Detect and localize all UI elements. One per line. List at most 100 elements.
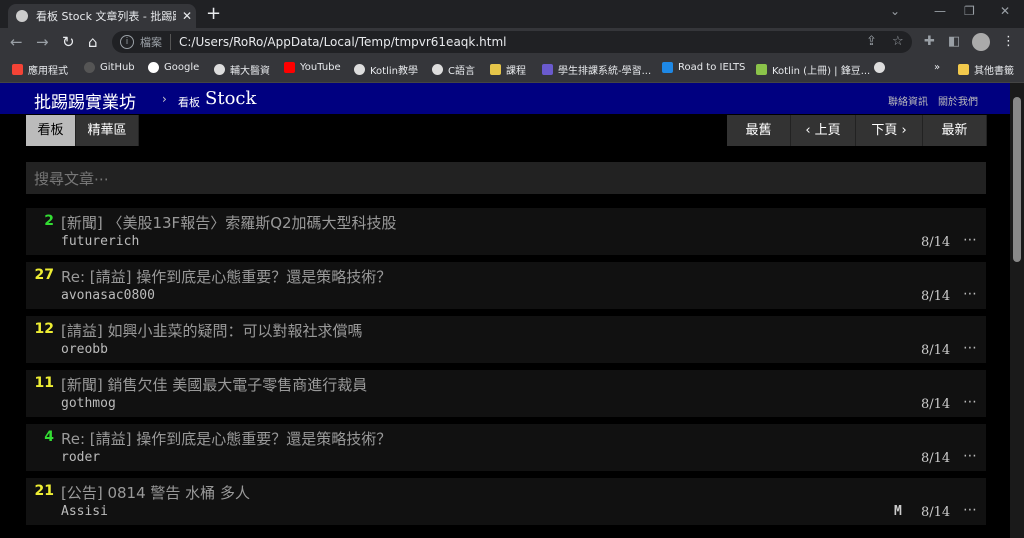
push-count: 11 bbox=[34, 375, 54, 391]
back-icon[interactable]: ← bbox=[10, 33, 23, 51]
post-author: oreobb bbox=[61, 342, 108, 357]
menu-kebab-icon[interactable]: ⋮ bbox=[1002, 34, 1015, 49]
youtube-icon bbox=[284, 62, 295, 73]
tab-digest[interactable]: 精華區 bbox=[76, 115, 139, 146]
browser-tab-bar: 看板 Stock 文章列表 - 批踢踢實業坊 ✕ + ⌄ — ❐ ✕ bbox=[0, 0, 1024, 28]
new-tab-icon[interactable]: + bbox=[206, 4, 221, 24]
page-content: 批踢踢實業坊 › 看板 Stock 聯絡資訊 關於我們 看板 精華區 最舊 ‹ … bbox=[0, 83, 1010, 538]
course-icon bbox=[490, 64, 501, 75]
globe-icon bbox=[874, 62, 885, 73]
bookmark-fju[interactable]: 輔大醫資 bbox=[214, 62, 270, 77]
scrollbar-thumb[interactable] bbox=[1013, 97, 1021, 262]
bookmark-c[interactable]: C語言 bbox=[432, 62, 475, 77]
post-date: 8/14 bbox=[921, 289, 951, 304]
share-icon[interactable]: ⇪ bbox=[866, 34, 877, 49]
side-panel-icon[interactable]: ◧ bbox=[948, 34, 960, 49]
push-count: 12 bbox=[34, 321, 54, 337]
browser-tab[interactable]: 看板 Stock 文章列表 - 批踢踢實業坊 ✕ bbox=[8, 4, 196, 28]
post-title-link[interactable]: [公告] 0814 警告 水桶 多人 bbox=[61, 482, 250, 503]
more-options-icon[interactable]: ⋯ bbox=[963, 286, 977, 302]
search-box bbox=[26, 162, 986, 196]
bookmark-kotlin-book[interactable]: Kotlin (上冊) | 鋒豆... bbox=[756, 62, 870, 77]
page-favicon-icon bbox=[16, 10, 28, 22]
extensions-icon[interactable]: ✚ bbox=[924, 34, 935, 49]
contact-link[interactable]: 聯絡資訊 bbox=[888, 93, 928, 108]
other-bookmarks[interactable]: 其他書籤 bbox=[958, 62, 1014, 77]
bookmark-github[interactable]: GitHub bbox=[84, 62, 135, 73]
search-input[interactable] bbox=[26, 162, 976, 196]
post-row[interactable]: 4 Re: [請益] 操作到底是心態重要？還是策略技術？ roder 8/14 ⋯ bbox=[26, 424, 986, 471]
post-title-link[interactable]: [新聞] 〈美股13F報告〉索羅斯Q2加碼大型科技股 bbox=[61, 212, 397, 233]
maximize-icon[interactable]: ❐ bbox=[964, 4, 975, 18]
tab-search-icon[interactable]: ⌄ bbox=[890, 4, 900, 18]
post-author: Assisi bbox=[61, 504, 108, 519]
ielts-icon bbox=[662, 62, 673, 73]
site-header: 批踢踢實業坊 › 看板 Stock 聯絡資訊 關於我們 bbox=[0, 83, 1010, 114]
tab-title: 看板 Stock 文章列表 - 批踢踢實業坊 bbox=[36, 10, 176, 23]
bookmark-google[interactable]: Google bbox=[148, 62, 199, 73]
schedule-icon bbox=[542, 64, 553, 75]
address-bar[interactable]: i 檔案 C:/Users/RoRo/AppData/Local/Temp/tm… bbox=[112, 31, 912, 53]
site-brand-link[interactable]: 批踢踢實業坊 bbox=[34, 88, 136, 113]
page-scrollbar[interactable] bbox=[1010, 83, 1024, 538]
bookmark-apps[interactable]: 應用程式 bbox=[12, 62, 68, 77]
post-title-link[interactable]: [請益] 如興小韭菜的疑問：可以對報社求償嗎 bbox=[61, 320, 362, 341]
forward-icon[interactable]: → bbox=[36, 33, 49, 51]
bookmark-globe[interactable] bbox=[874, 62, 890, 73]
more-options-icon[interactable]: ⋯ bbox=[963, 232, 977, 248]
next-page-button[interactable]: 下頁 › bbox=[856, 115, 923, 146]
bookmark-youtube[interactable]: YouTube bbox=[284, 62, 341, 73]
post-author: gothmog bbox=[61, 396, 116, 411]
bookmark-star-icon[interactable]: ☆ bbox=[892, 34, 904, 49]
post-title-link[interactable]: Re: [請益] 操作到底是心態重要？還是策略技術？ bbox=[61, 266, 391, 287]
post-title-link[interactable]: Re: [請益] 操作到底是心態重要？還是策略技術？ bbox=[61, 428, 391, 449]
minimize-icon[interactable]: — bbox=[934, 4, 946, 18]
apps-grid-icon bbox=[12, 64, 23, 75]
site-info-icon[interactable]: i bbox=[120, 35, 134, 49]
fju-icon bbox=[214, 64, 225, 75]
url-text[interactable]: C:/Users/RoRo/AppData/Local/Temp/tmpvr61… bbox=[179, 35, 507, 49]
oldest-button[interactable]: 最舊 bbox=[727, 115, 791, 146]
bookmark-schedule[interactable]: 學生排課系統-學習... bbox=[542, 62, 651, 77]
bookmarks-bar: 應用程式 GitHub Google 輔大醫資 YouTube Kotlin教學… bbox=[0, 56, 1024, 83]
profile-avatar[interactable] bbox=[972, 33, 990, 51]
breadcrumb-separator: › bbox=[162, 92, 167, 106]
google-icon bbox=[148, 62, 159, 73]
tab-close-icon[interactable]: ✕ bbox=[182, 9, 192, 23]
prev-page-button[interactable]: ‹ 上頁 bbox=[791, 115, 856, 146]
post-date: 8/14 bbox=[921, 505, 951, 520]
post-author: avonasac0800 bbox=[61, 288, 155, 303]
globe-icon bbox=[354, 64, 365, 75]
post-date: 8/14 bbox=[921, 451, 951, 466]
folder-icon bbox=[958, 64, 969, 75]
post-date: 8/14 bbox=[921, 397, 951, 412]
post-mark: M bbox=[894, 504, 902, 519]
more-options-icon[interactable]: ⋯ bbox=[963, 394, 977, 410]
more-options-icon[interactable]: ⋯ bbox=[963, 502, 977, 518]
post-title-link[interactable]: [新聞] 銷售欠佳 美國最大電子零售商進行裁員 bbox=[61, 374, 367, 395]
more-options-icon[interactable]: ⋯ bbox=[963, 448, 977, 464]
post-row[interactable]: 27 Re: [請益] 操作到底是心態重要？還是策略技術？ avonasac0800… bbox=[26, 262, 986, 309]
post-row[interactable]: 12 [請益] 如興小韭菜的疑問：可以對報社求償嗎 oreobb 8/14 ⋯ bbox=[26, 316, 986, 363]
more-options-icon[interactable]: ⋯ bbox=[963, 340, 977, 356]
window-close-icon[interactable]: ✕ bbox=[1000, 4, 1010, 18]
newest-button[interactable]: 最新 bbox=[923, 115, 987, 146]
post-row[interactable]: 21 [公告] 0814 警告 水桶 多人 Assisi M 8/14 ⋯ bbox=[26, 478, 986, 525]
about-link[interactable]: 關於我們 bbox=[938, 93, 978, 108]
bookmark-kotlin[interactable]: Kotlin教學 bbox=[354, 62, 418, 77]
tab-board[interactable]: 看板 bbox=[26, 115, 76, 146]
board-name-link[interactable]: Stock bbox=[205, 88, 256, 109]
reload-icon[interactable]: ↻ bbox=[62, 33, 75, 51]
post-row[interactable]: 11 [新聞] 銷售欠佳 美國最大電子零售商進行裁員 gothmog 8/14 ⋯ bbox=[26, 370, 986, 417]
home-icon[interactable]: ⌂ bbox=[88, 33, 98, 51]
post-author: futurerich bbox=[61, 234, 140, 249]
more-bookmarks-icon[interactable]: » bbox=[934, 62, 940, 73]
browser-toolbar: ← → ↻ ⌂ i 檔案 C:/Users/RoRo/AppData/Local… bbox=[0, 28, 1024, 56]
post-author: roder bbox=[61, 450, 101, 465]
board-label: 看板 bbox=[178, 96, 200, 109]
post-row[interactable]: 2 [新聞] 〈美股13F報告〉索羅斯Q2加碼大型科技股 futurerich 8/1… bbox=[26, 208, 986, 255]
scheme-label: 檔案 bbox=[140, 34, 171, 50]
bookmark-ielts[interactable]: Road to IELTS bbox=[662, 62, 745, 73]
post-date: 8/14 bbox=[921, 235, 951, 250]
bookmark-course[interactable]: 課程 bbox=[490, 62, 526, 77]
